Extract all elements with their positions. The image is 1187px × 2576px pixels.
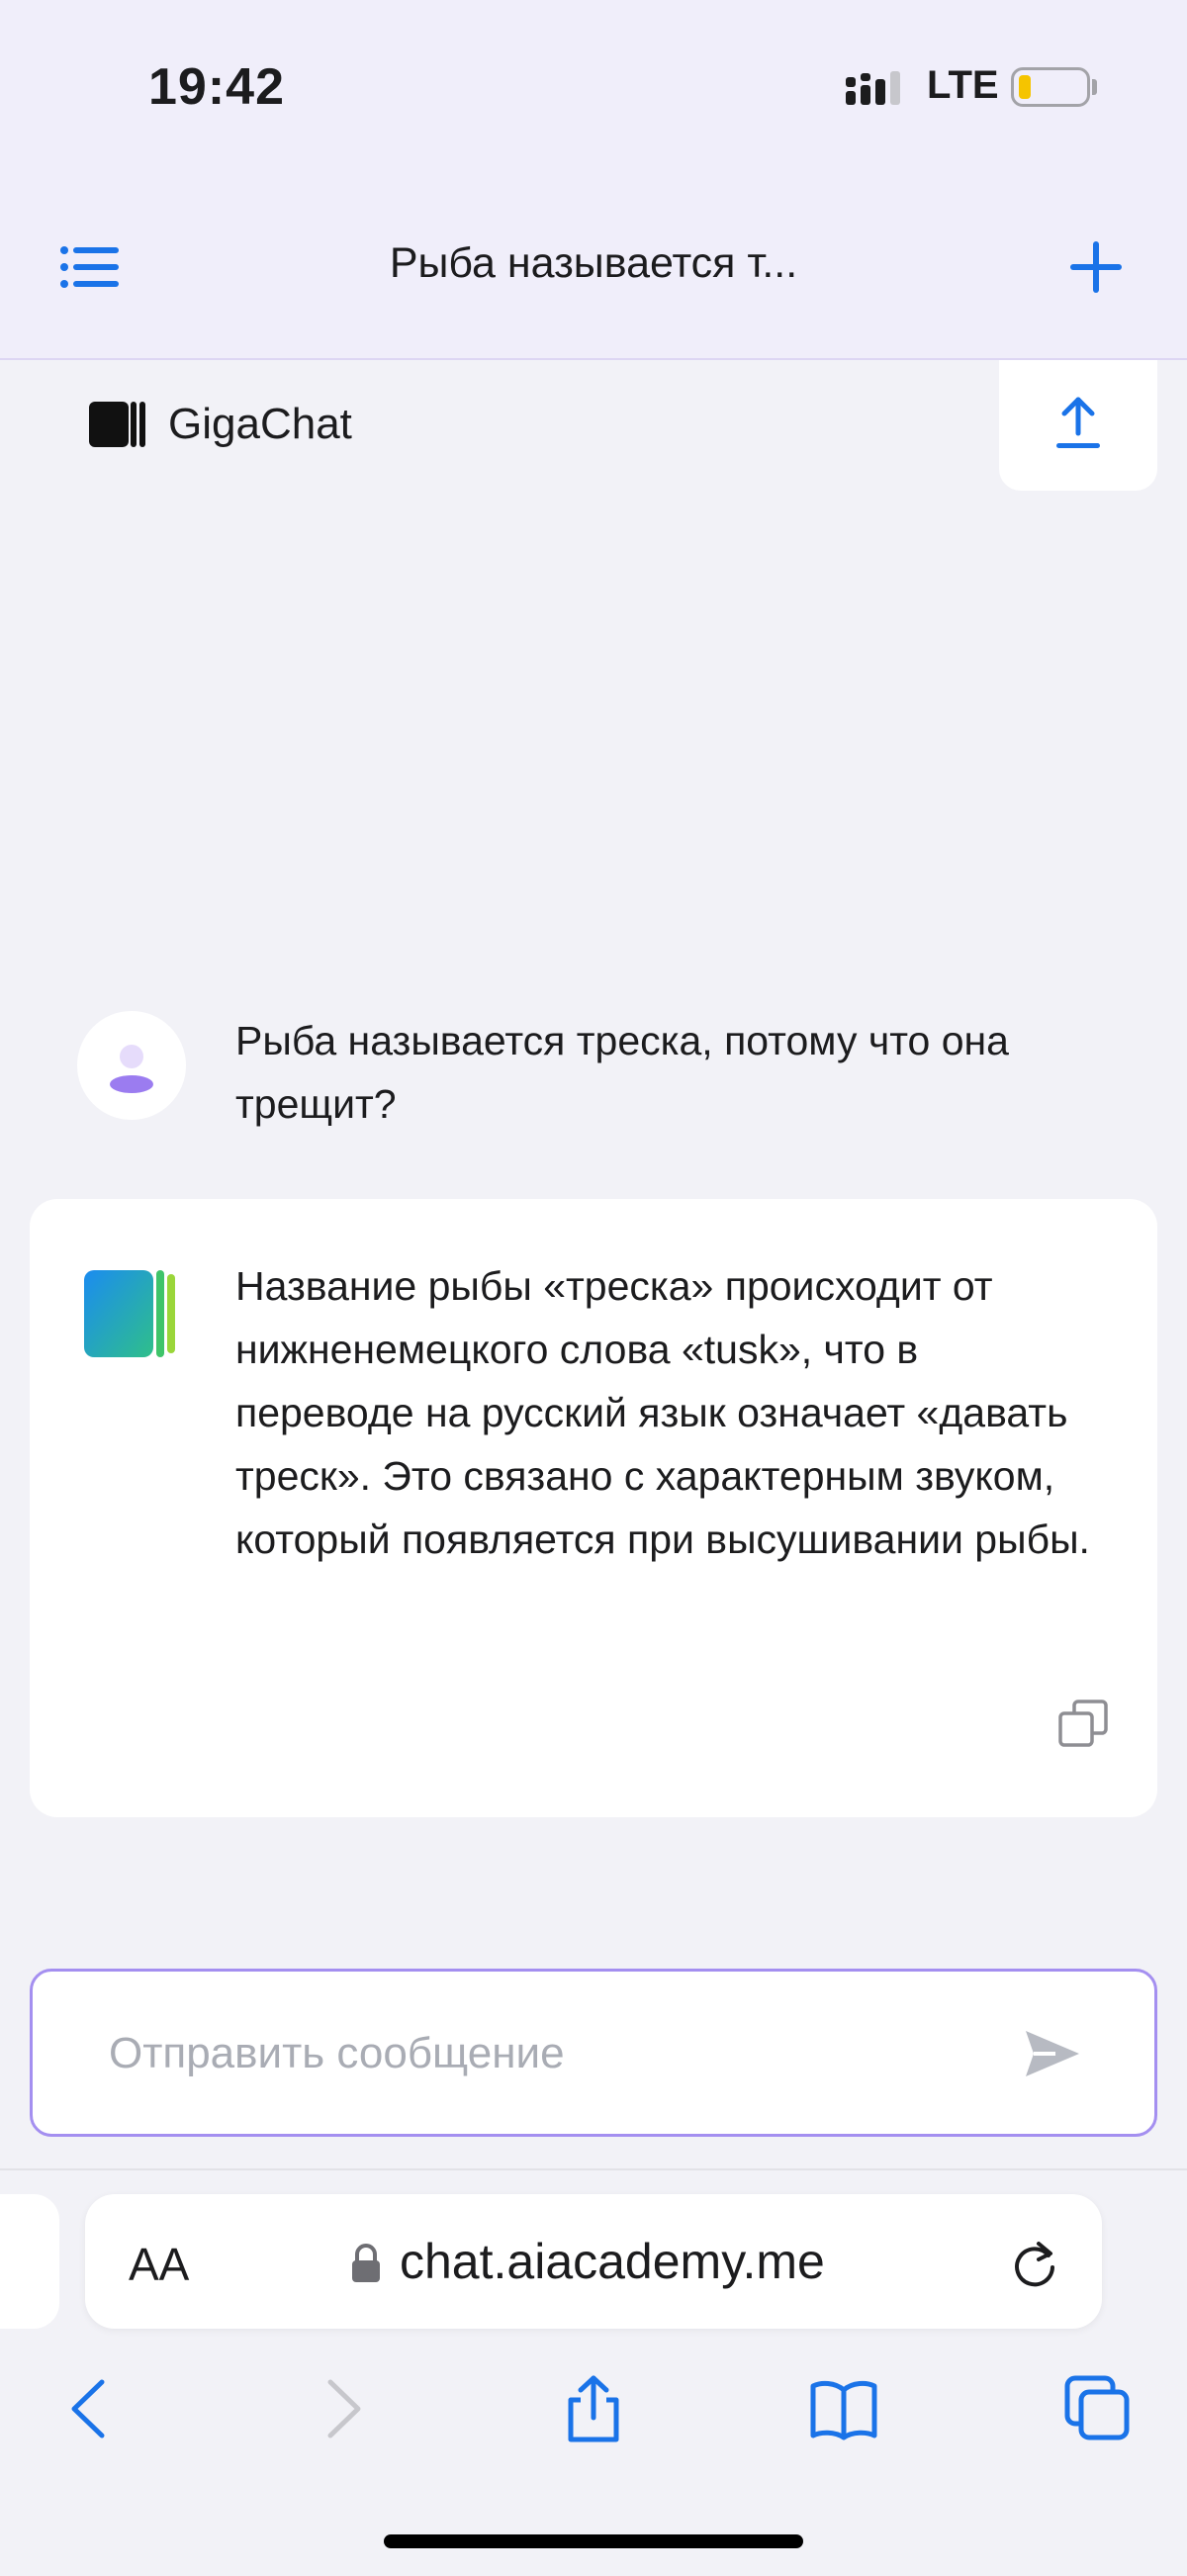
share-page-icon[interactable]	[559, 2374, 628, 2443]
previous-tab[interactable]	[0, 2194, 59, 2329]
network-label: LTE	[927, 63, 999, 107]
signal-icon	[846, 71, 900, 105]
forward-icon[interactable]	[309, 2374, 378, 2443]
url-text: chat.aiacademy.me	[400, 2234, 825, 2289]
send-icon[interactable]	[1020, 2021, 1085, 2086]
user-message: Рыба называется треска, потому что она т…	[235, 1018, 1009, 1127]
brand-name: GigaChat	[168, 400, 352, 448]
text-size-button[interactable]: AA	[129, 2238, 189, 2291]
home-indicator	[384, 2534, 803, 2548]
tabs-icon[interactable]	[1063, 2374, 1133, 2443]
message-input[interactable]	[107, 1972, 1001, 2136]
upload-icon	[1056, 397, 1100, 448]
share-button[interactable]	[999, 360, 1157, 491]
app-header-area	[0, 0, 1187, 360]
gigachat-logo-icon	[89, 402, 145, 447]
lock-icon	[352, 2244, 380, 2282]
user-avatar	[77, 1011, 186, 1120]
bot-message: Название рыбы «треска» происходит от ниж…	[235, 1263, 1090, 1562]
status-time: 19:42	[148, 58, 285, 116]
battery-icon	[1011, 67, 1090, 107]
new-chat-icon[interactable]	[1068, 239, 1124, 295]
reload-icon[interactable]	[1009, 2238, 1060, 2289]
user-icon	[110, 1045, 153, 1093]
menu-icon[interactable]	[59, 245, 121, 289]
back-icon[interactable]	[54, 2374, 124, 2443]
gigachat-bot-avatar-icon	[84, 1270, 175, 1357]
page-title: Рыба называется т...	[389, 239, 798, 287]
copy-icon[interactable]	[1056, 1698, 1112, 1753]
battery-cap	[1092, 79, 1097, 95]
bookmarks-icon[interactable]	[809, 2374, 878, 2443]
message-composer	[30, 1969, 1157, 2137]
